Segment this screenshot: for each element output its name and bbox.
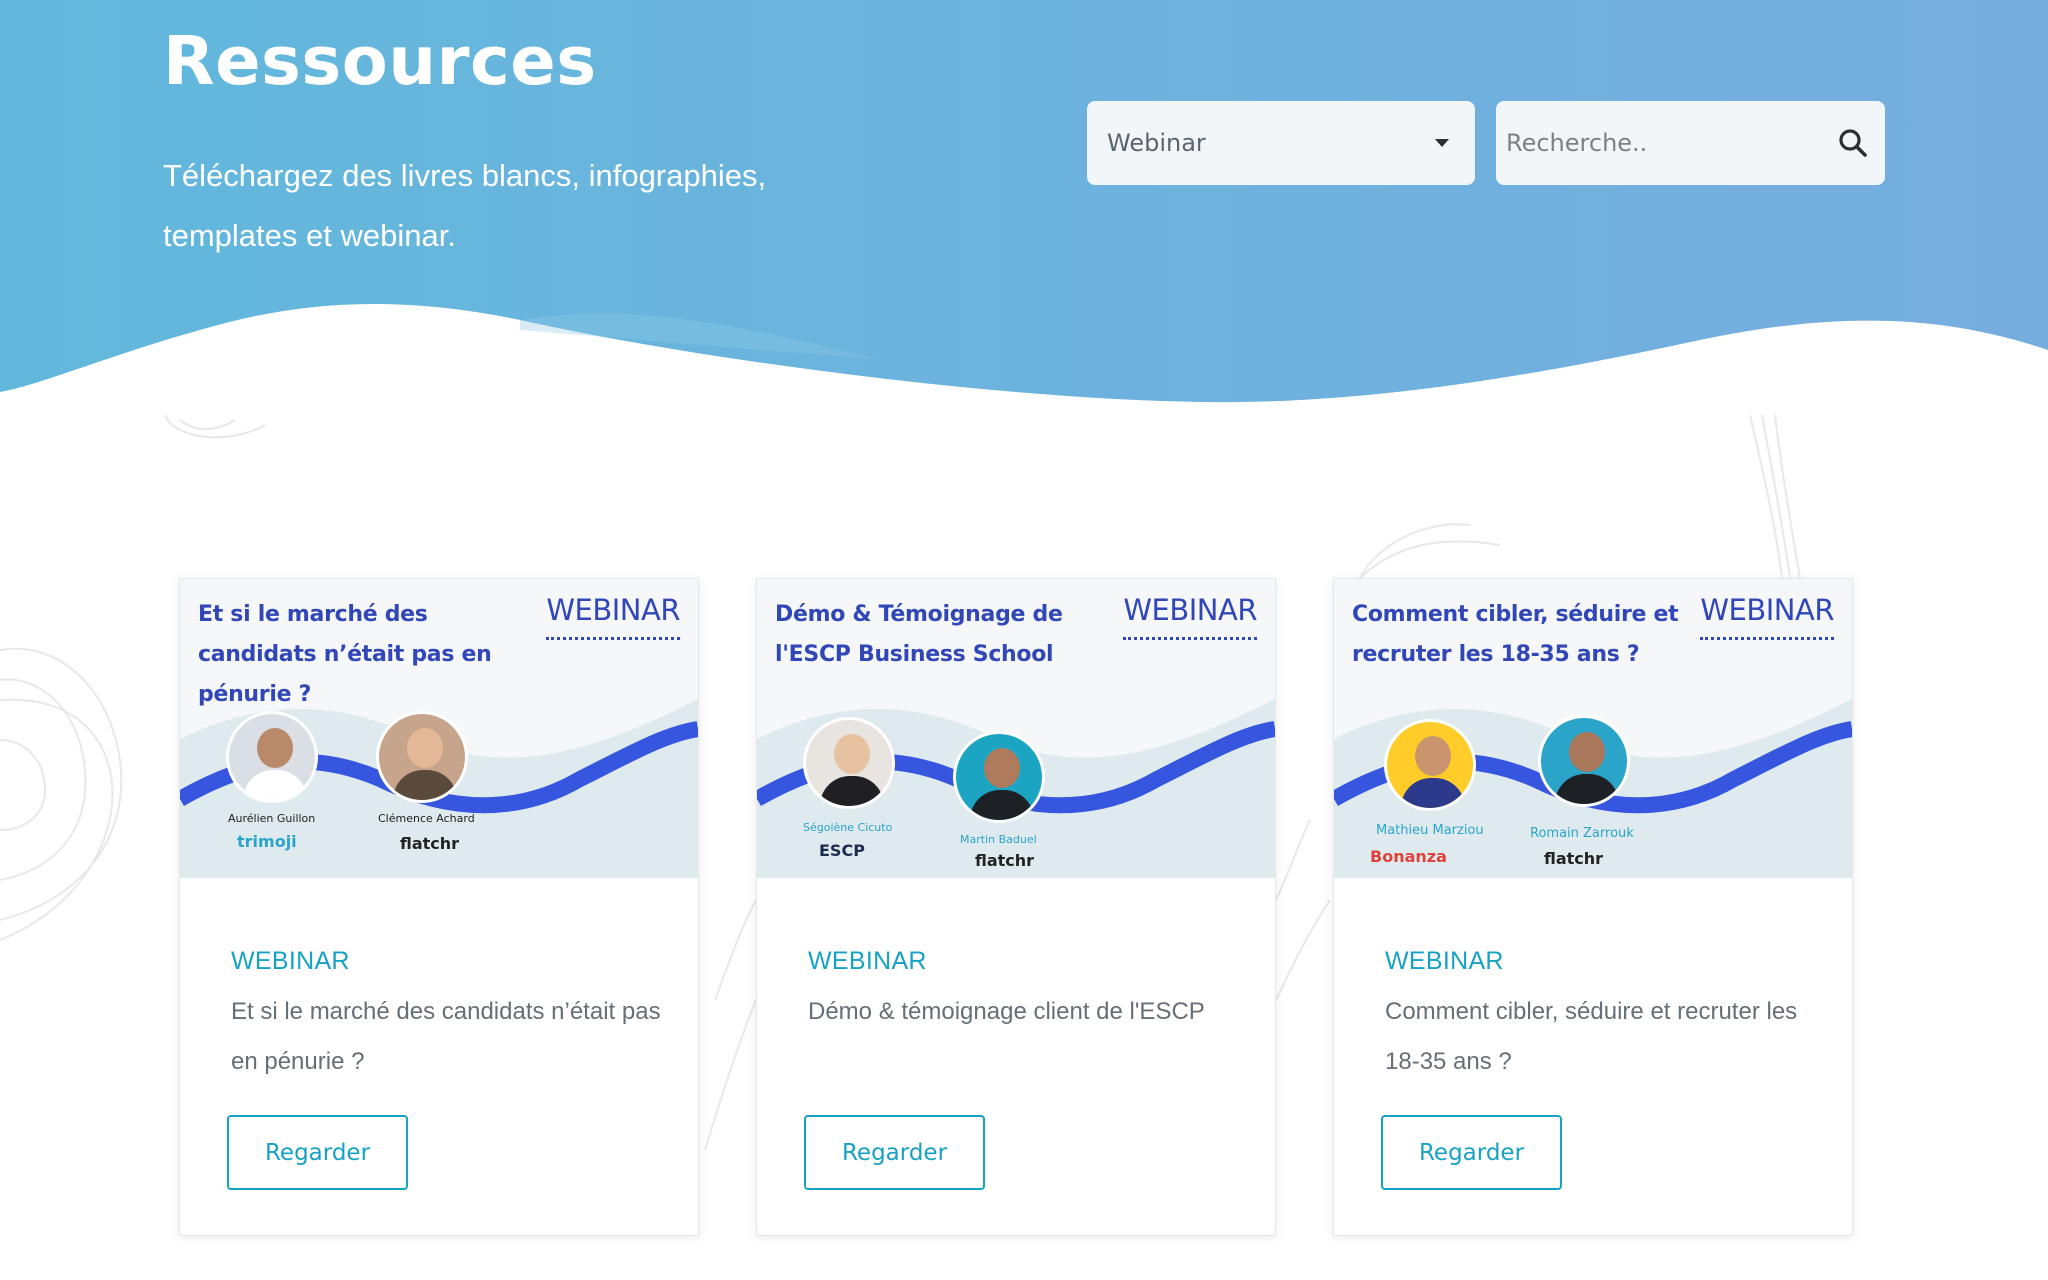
search-field[interactable] [1496,101,1885,185]
card-category: WEBINAR [808,947,927,975]
speaker-name: Clémence Achard [378,812,475,825]
thumbnail-title: Démo & Témoignage de l'ESCP Business Sch… [775,602,1063,667]
speaker-photo [226,711,318,803]
resource-card: Comment cibler, séduire et recruter les … [1333,578,1853,1236]
brand-logo: flatchr [1544,849,1604,868]
speaker-name: Aurélien Guillon [228,812,316,825]
thumbnail-tag: WEBINAR [546,593,680,640]
select-value: Webinar [1107,129,1206,157]
card-description: Et si le marché des candidats n’était pa… [231,998,661,1075]
speaker-photo [376,711,468,803]
thumbnail-title: Et si le marché des candidats n’était pa… [198,602,492,707]
card-thumbnail[interactable]: Comment cibler, séduire et recruter les … [1334,579,1852,878]
thumbnail-title: Comment cibler, séduire et recruter les … [1352,602,1679,667]
resource-card: Et si le marché des candidats n’était pa… [179,578,699,1236]
thumbnail-tag: WEBINAR [1700,593,1834,640]
page-subtitle: Téléchargez des livres blancs, infograph… [163,158,767,253]
caret-down-icon [1435,139,1449,147]
search-input[interactable] [1506,113,1837,173]
hero-banner: Ressources Téléchargez des livres blancs… [0,0,2048,430]
page-title: Ressources [163,22,597,100]
card-thumbnail[interactable]: Et si le marché des candidats n’était pa… [180,579,698,878]
watch-button[interactable]: Regarder [1381,1115,1562,1190]
speaker-name: Mathieu Marziou [1376,823,1484,838]
speaker-photo [1538,715,1630,807]
card-category: WEBINAR [1385,947,1504,975]
brand-logo: flatchr [400,834,460,853]
brand-logo: trimoji [237,832,297,851]
watch-button[interactable]: Regarder [227,1115,408,1190]
card-description: Démo & témoignage client de l'ESCP [808,998,1205,1025]
brand-logo: flatchr [975,851,1035,870]
watch-button[interactable]: Regarder [804,1115,985,1190]
card-category: WEBINAR [231,947,350,975]
brand-logo: ESCP [819,841,865,860]
speaker-name: Ségolène Cicuto [803,821,893,834]
speaker-name: Martin Baduel [960,833,1037,846]
speaker-photo [1384,719,1476,811]
speaker-photo [803,717,895,809]
brand-logo: Bonanza [1370,847,1447,866]
speaker-photo [953,731,1045,823]
card-description: Comment cibler, séduire et recruter les … [1385,998,1798,1075]
card-thumbnail[interactable]: Démo & Témoignage de l'ESCP Business Sch… [757,579,1275,878]
speaker-name: Romain Zarrouk [1530,826,1634,841]
thumbnail-tag: WEBINAR [1123,593,1257,640]
search-icon[interactable] [1837,127,1869,159]
resource-card: Démo & Témoignage de l'ESCP Business Sch… [756,578,1276,1236]
resource-type-select[interactable]: Webinar [1087,101,1475,185]
